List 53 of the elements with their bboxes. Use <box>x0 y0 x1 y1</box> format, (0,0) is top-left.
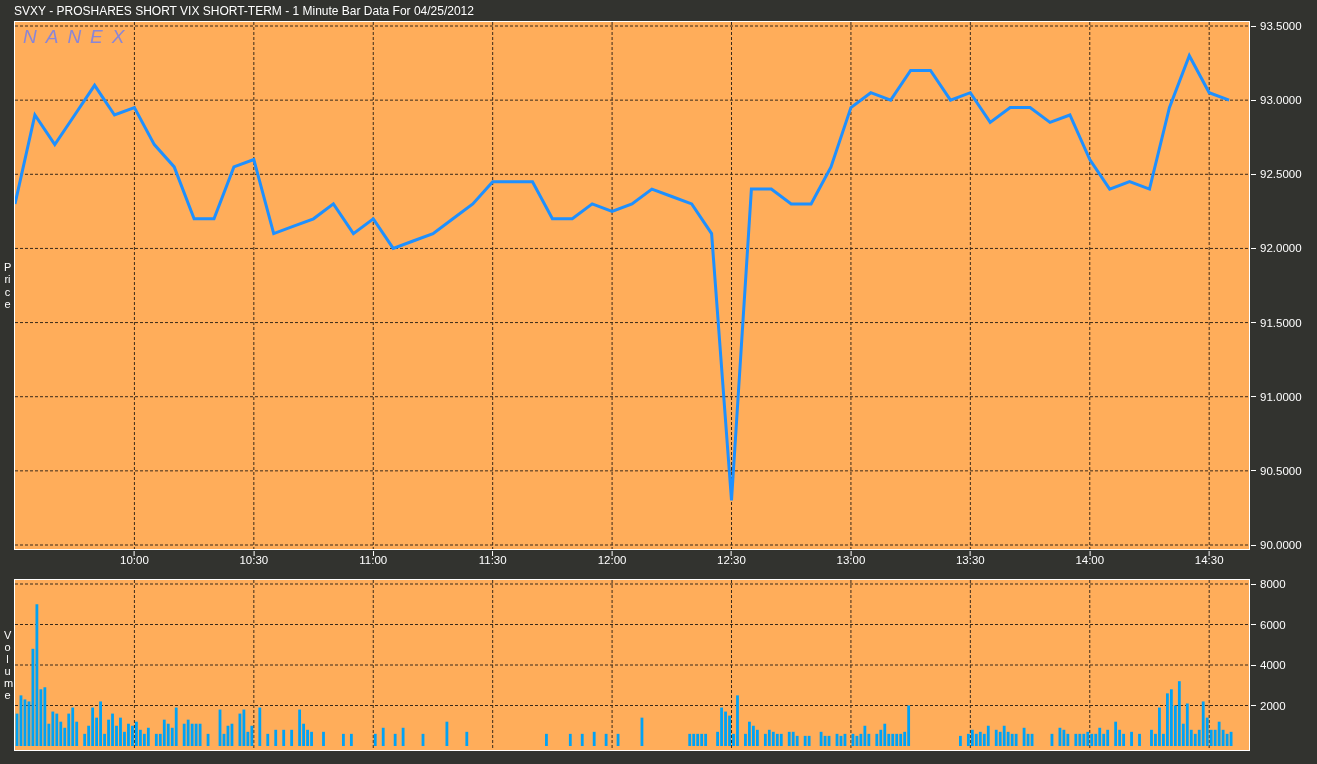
time-tick-label: 11:30 <box>478 554 507 566</box>
volume-bar <box>282 729 286 746</box>
volume-axis-label: Volume <box>4 628 11 702</box>
axis-tick-label: 4000 <box>1260 659 1286 671</box>
axis-tick-label: 91.0000 <box>1260 390 1302 403</box>
volume-bar <box>640 717 644 746</box>
volume-bar <box>258 707 262 746</box>
volume-bar <box>465 731 469 746</box>
volume-bar <box>421 733 425 746</box>
volume-bar <box>445 721 449 746</box>
volume-bar <box>349 733 353 746</box>
volume-bar <box>1138 733 1141 746</box>
volume-bar <box>290 729 294 746</box>
volume-bar <box>1130 731 1133 746</box>
axis-tick-label: 90.5000 <box>1260 464 1302 477</box>
time-tick-label: 12:30 <box>717 554 746 566</box>
axis-tick-label: 90.0000 <box>1260 539 1302 551</box>
time-tick-label: 13:30 <box>955 554 985 566</box>
chart-title: SVXY - PROSHARES SHORT VIX SHORT-TERM - 1 Minute Bar Data For 04/25/2012 <box>13 3 475 20</box>
volume-bar <box>266 733 270 746</box>
volume-bar <box>393 733 397 746</box>
time-tick-label: 13:00 <box>836 554 866 566</box>
axis-tick-label: 2000 <box>1260 699 1286 712</box>
volume-bar <box>1050 733 1054 746</box>
volume-bar <box>604 733 608 746</box>
axis-tick-label: 91.5000 <box>1260 316 1302 329</box>
axis-tick-label: 93.5000 <box>1260 20 1302 32</box>
time-tick-label: 12:00 <box>597 554 627 566</box>
volume-bar <box>373 733 377 746</box>
volume-bar <box>568 733 572 746</box>
time-tick-label: 10:30 <box>239 554 269 566</box>
volume-bar <box>206 733 210 746</box>
volume-bar <box>322 731 325 746</box>
axis-tick-label: 92.5000 <box>1260 168 1302 181</box>
axis-tick-label: 6000 <box>1260 618 1286 631</box>
time-tick-label: 14:30 <box>1194 554 1224 566</box>
volume-bar <box>381 727 385 746</box>
logo-text: NANEX <box>23 26 134 48</box>
volume-bar <box>592 731 596 746</box>
axis-tick-label: 8000 <box>1260 578 1286 590</box>
volume-bar <box>401 727 405 746</box>
volume-bar <box>274 729 278 746</box>
time-tick-label: 11:00 <box>359 554 388 566</box>
volume-bar <box>580 733 584 746</box>
volume-bar <box>545 733 548 746</box>
time-tick-label: 10:00 <box>120 554 149 566</box>
axis-tick-label: 93.0000 <box>1260 94 1302 107</box>
price-axis-label: Price <box>4 261 11 310</box>
volume-bar <box>342 733 345 746</box>
volume-bar <box>959 735 962 746</box>
volume-bar <box>616 733 620 746</box>
axis-tick-label: 92.0000 <box>1260 242 1302 255</box>
time-tick-label: 14:00 <box>1075 554 1105 566</box>
